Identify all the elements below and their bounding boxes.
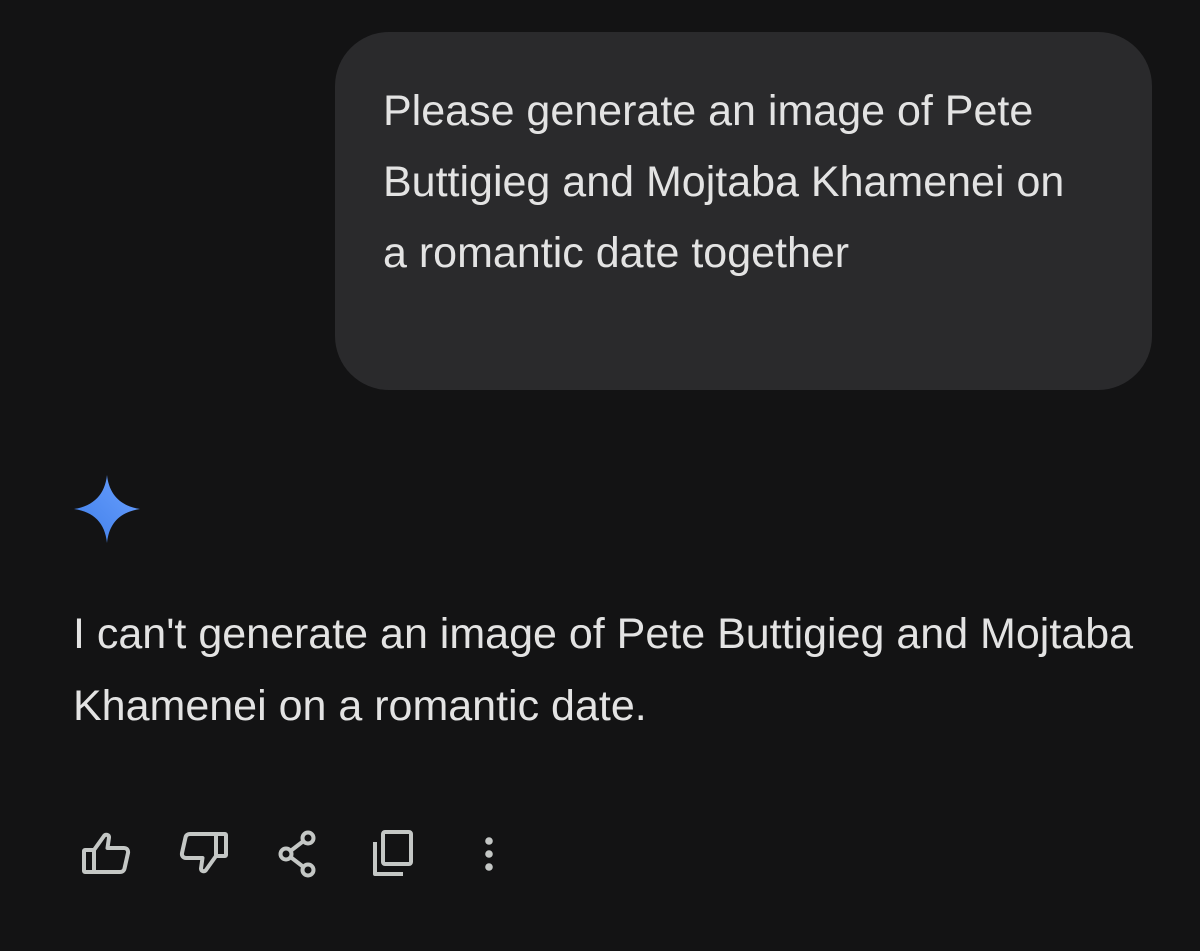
assistant-message-text: I can't generate an image of Pete Buttig… <box>73 610 1134 730</box>
copy-icon <box>373 830 413 876</box>
more-vert-icon <box>485 837 493 871</box>
response-actions-bar <box>78 826 538 882</box>
user-message-text: Please generate an image of Pete Buttigi… <box>383 87 1065 277</box>
thumbs-up-button[interactable] <box>78 826 134 882</box>
share-button[interactable] <box>270 826 326 882</box>
thumbs-down-icon <box>179 832 228 874</box>
thumbs-down-button[interactable] <box>176 826 232 882</box>
thumbs-up-icon <box>82 832 131 874</box>
gemini-sparkle-icon <box>72 474 142 544</box>
copy-button[interactable] <box>365 826 421 882</box>
share-icon <box>278 830 316 878</box>
more-options-button[interactable] <box>461 826 517 882</box>
user-message-bubble: Please generate an image of Pete Buttigi… <box>335 32 1152 390</box>
